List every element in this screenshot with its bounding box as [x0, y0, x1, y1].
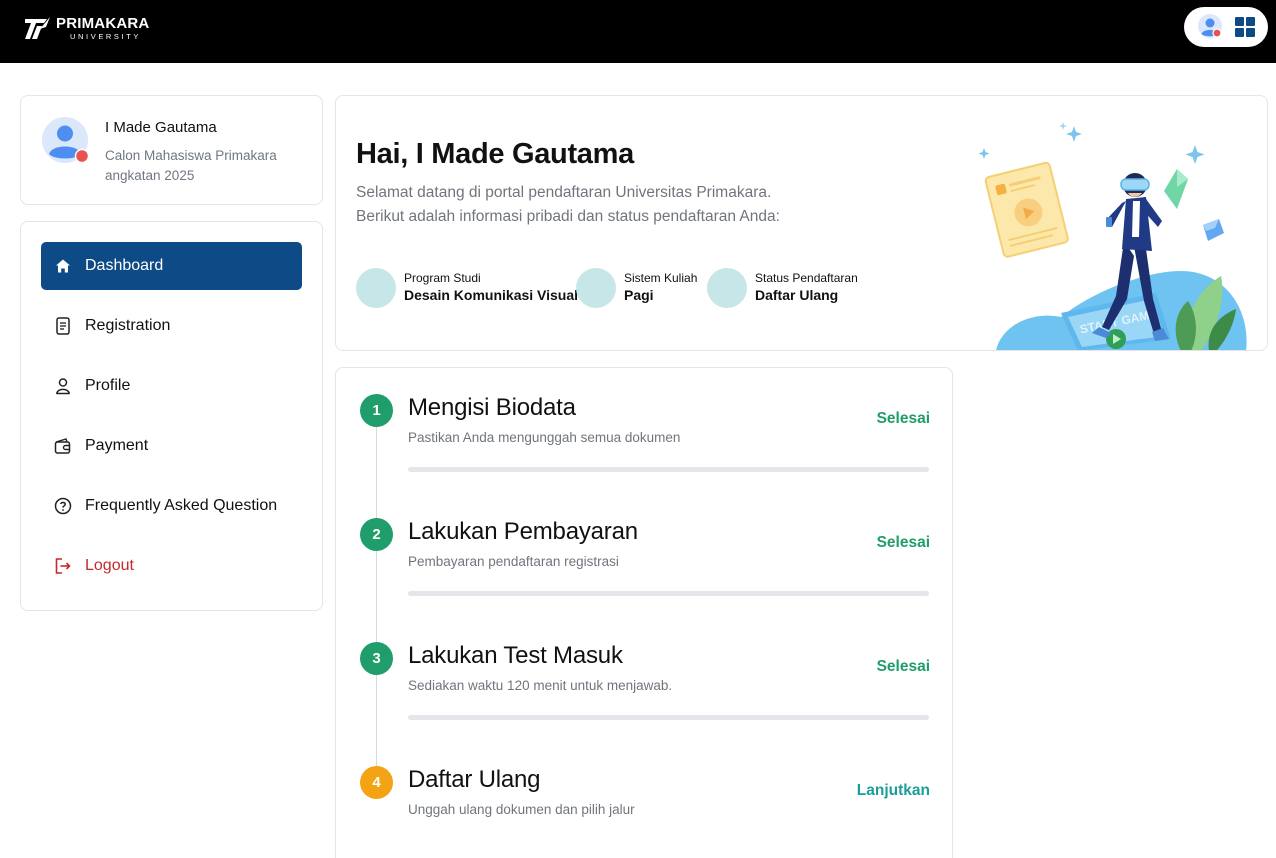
sidebar-item-payment[interactable]: Payment	[41, 422, 302, 470]
step-divider	[408, 715, 929, 720]
wallet-icon	[54, 437, 72, 455]
sidebar-item-dashboard[interactable]: Dashboard	[41, 242, 302, 290]
info-label: Program Studi	[404, 271, 481, 285]
step-title: Daftar Ulang	[408, 766, 541, 793]
step-number-badge: 2	[360, 518, 393, 551]
profile-name: I Made Gautama	[105, 119, 217, 136]
info-status-pendaftaran: Status Pendaftaran Daftar Ulang	[707, 268, 858, 308]
sidebar-item-label: Dashboard	[85, 257, 164, 274]
step-title: Mengisi Biodata	[408, 394, 576, 421]
welcome-title: Hai, I Made Gautama	[356, 138, 634, 170]
step-status: Selesai	[876, 658, 930, 675]
info-sistem-kuliah: Sistem Kuliah Pagi	[576, 268, 697, 308]
vr-gamer-illustration: START GAME	[978, 122, 1247, 350]
account-pill	[1184, 7, 1268, 47]
brand-subtitle: UNIVERSITY	[70, 31, 142, 41]
step-number-badge: 4	[360, 766, 393, 799]
sidebar: Dashboard Registration Profile Payment F…	[20, 221, 323, 611]
welcome-card: Hai, I Made Gautama Selamat datang di po…	[335, 95, 1268, 351]
sidebar-item-label: Frequently Asked Question	[85, 497, 278, 514]
info-program-studi: Program Studi Desain Komunikasi Visual	[356, 268, 578, 308]
step-title: Lakukan Test Masuk	[408, 642, 623, 669]
sidebar-item-label: Registration	[85, 317, 171, 334]
apps-grid-icon[interactable]	[1234, 17, 1255, 37]
home-icon	[54, 257, 72, 275]
continue-link[interactable]: Lanjutkan	[857, 782, 930, 800]
info-icon	[356, 268, 396, 308]
step-status: Selesai	[876, 410, 930, 427]
step-item: 1 Mengisi Biodata Pastikan Anda mengungg…	[336, 368, 954, 478]
primakara-logo-icon	[25, 17, 50, 39]
info-value: Pagi	[624, 287, 654, 303]
sidebar-item-logout[interactable]: Logout	[41, 542, 302, 590]
step-item: 4 Daftar Ulang Unggah ulang dokumen dan …	[336, 740, 954, 850]
registration-steps-card: 1 Mengisi Biodata Pastikan Anda mengungg…	[335, 367, 953, 858]
welcome-line-1: Selamat datang di portal pendaftaran Uni…	[356, 184, 772, 201]
logout-icon	[54, 557, 72, 575]
info-value: Desain Komunikasi Visual	[404, 287, 579, 303]
step-status: Selesai	[876, 534, 930, 551]
info-value: Daftar Ulang	[755, 287, 839, 303]
info-icon	[576, 268, 616, 308]
step-description: Sediakan waktu 120 menit untuk menjawab.	[408, 678, 673, 693]
info-icon	[707, 268, 747, 308]
info-label: Sistem Kuliah	[624, 271, 698, 285]
brand-name: PRIMAKARA	[56, 14, 150, 32]
document-icon	[54, 317, 72, 335]
sidebar-item-faq[interactable]: Frequently Asked Question	[41, 482, 302, 530]
sidebar-item-label: Profile	[85, 377, 131, 394]
sidebar-item-registration[interactable]: Registration	[41, 302, 302, 350]
sidebar-item-label: Logout	[85, 557, 134, 574]
step-title: Lakukan Pembayaran	[408, 518, 638, 545]
question-icon	[54, 497, 72, 515]
step-item: 2 Lakukan Pembayaran Pembayaran pendafta…	[336, 492, 954, 602]
step-number-badge: 3	[360, 642, 393, 675]
step-divider	[408, 591, 929, 596]
user-avatar-icon[interactable]	[1197, 14, 1224, 40]
user-avatar-icon	[42, 117, 90, 164]
step-description: Unggah ulang dokumen dan pilih jalur	[408, 802, 635, 817]
user-icon	[54, 377, 72, 395]
step-number-badge: 1	[360, 394, 393, 427]
welcome-line-2: Berikut adalah informasi pribadi dan sta…	[356, 208, 780, 225]
avatar	[42, 117, 90, 165]
step-divider	[408, 467, 929, 472]
profile-card: I Made Gautama Calon Mahasiswa Primakara…	[20, 95, 323, 205]
sidebar-item-profile[interactable]: Profile	[41, 362, 302, 410]
step-item: 3 Lakukan Test Masuk Sediakan waktu 120 …	[336, 616, 954, 726]
profile-role: Calon Mahasiswa Primakara angkatan 2025	[105, 148, 277, 183]
primakara-logo[interactable]: PRIMAKARA UNIVERSITY	[22, 12, 149, 44]
top-navbar: PRIMAKARA UNIVERSITY	[0, 0, 1276, 63]
info-label: Status Pendaftaran	[755, 271, 858, 285]
step-description: Pastikan Anda mengunggah semua dokumen	[408, 430, 681, 445]
sidebar-item-label: Payment	[85, 437, 149, 454]
step-description: Pembayaran pendaftaran registrasi	[408, 554, 619, 569]
